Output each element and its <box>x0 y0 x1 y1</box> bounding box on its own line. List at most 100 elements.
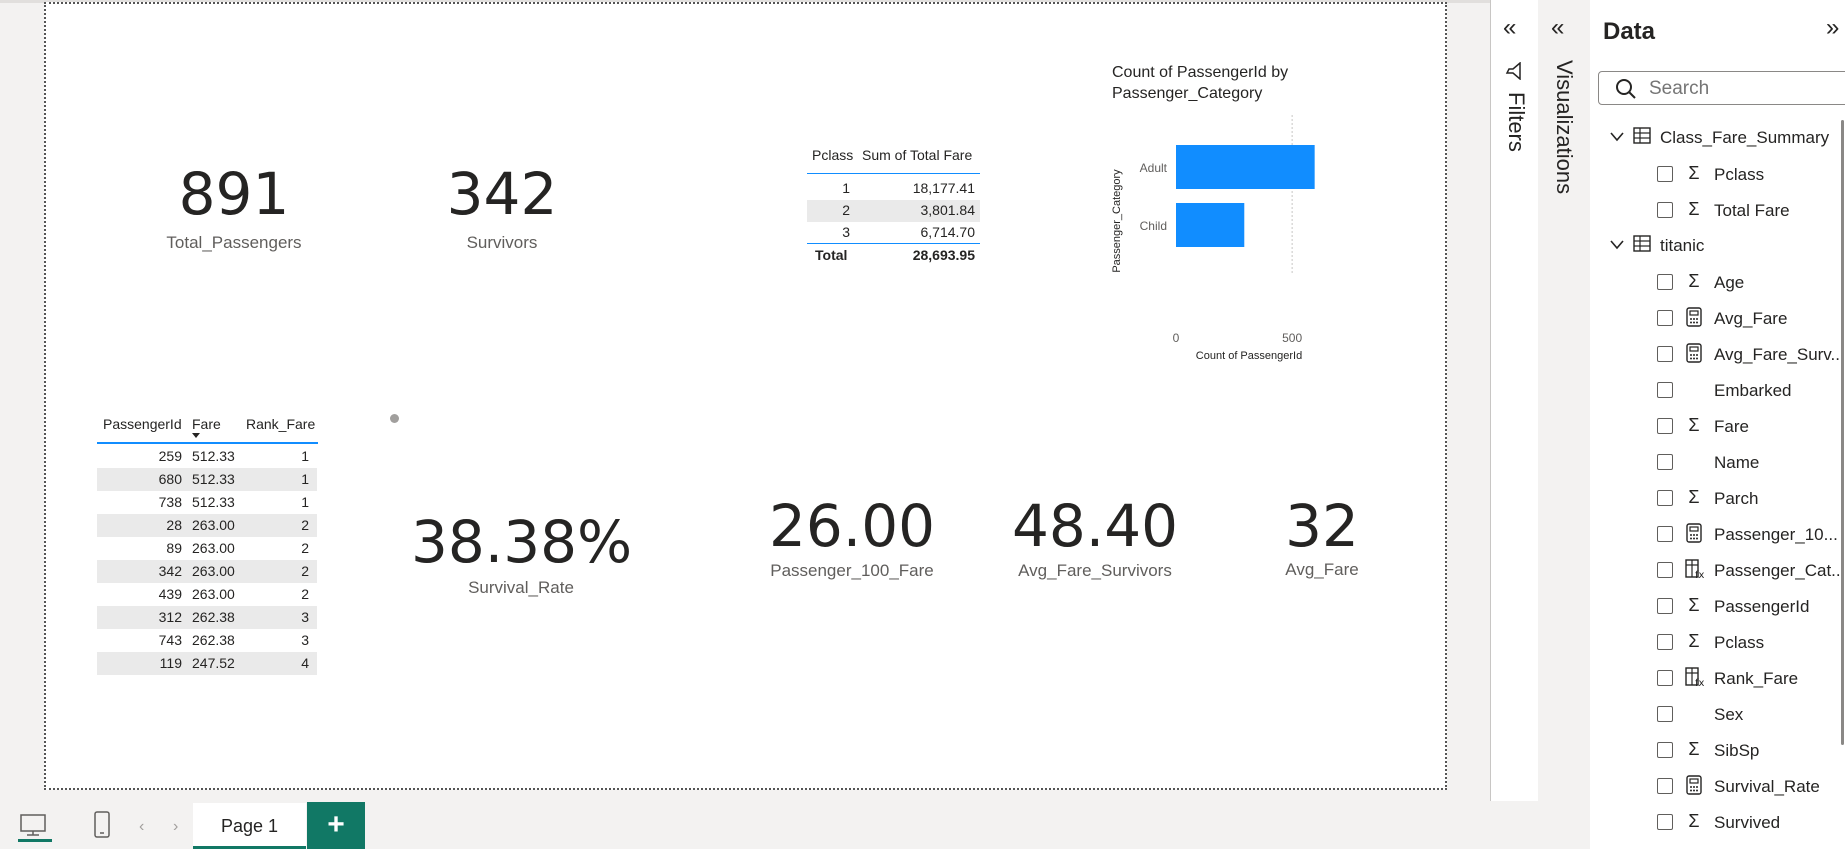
field-checkbox[interactable] <box>1657 418 1673 434</box>
cell-rank-fare: 1 <box>301 471 309 487</box>
field-checkbox[interactable] <box>1657 706 1673 722</box>
cell-rank-fare: 1 <box>301 494 309 510</box>
filter-funnel-icon <box>1504 61 1524 85</box>
sort-descending-icon[interactable] <box>192 433 200 438</box>
avg-fare-label: Avg_Fare <box>1285 560 1359 579</box>
field-checkbox[interactable] <box>1657 670 1673 686</box>
previous-page-icon[interactable]: ‹ <box>139 818 144 836</box>
field-item[interactable]: Embarked <box>1590 372 1845 408</box>
table-node-class_fare_summary[interactable]: Class_Fare_Summary <box>1590 120 1845 156</box>
table-header-sum-total-fare[interactable]: Sum of Total Fare <box>862 147 972 163</box>
field-checkbox[interactable] <box>1657 778 1673 794</box>
cell-fare: 512.33 <box>192 494 235 510</box>
field-item[interactable]: Σ Age <box>1590 264 1845 300</box>
table-node-titanic[interactable]: titanic <box>1590 228 1845 264</box>
field-item[interactable]: Avg_Fare_Surv... <box>1590 336 1845 372</box>
chart-bar-child[interactable] <box>1176 203 1245 247</box>
chart-x-tick: 500 <box>1282 331 1302 345</box>
field-label: PassengerId <box>1714 597 1810 616</box>
field-item[interactable]: Σ Parch <box>1590 480 1845 516</box>
field-item[interactable]: Σ Total Fare <box>1590 192 1845 228</box>
field-checkbox[interactable] <box>1657 202 1673 218</box>
table-header-rank-fare[interactable]: Rank_Fare <box>246 416 315 432</box>
mobile-layout-icon[interactable] <box>92 810 112 840</box>
field-item[interactable]: Σ Pclass <box>1590 156 1845 192</box>
cell-rank-fare: 3 <box>301 609 309 625</box>
field-item[interactable]: Σ SibSp <box>1590 732 1845 768</box>
field-checkbox[interactable] <box>1657 598 1673 614</box>
field-item[interactable]: Avg_Fare <box>1590 300 1845 336</box>
avg-fare-value[interactable]: 32 <box>1262 492 1382 560</box>
table-header-fare[interactable]: Fare <box>192 416 221 432</box>
field-checkbox[interactable] <box>1657 274 1673 290</box>
filters-pane: « Filters <box>1490 0 1539 801</box>
avg-fare-survivors-value[interactable]: 48.40 <box>1005 492 1185 560</box>
field-item[interactable]: Name <box>1590 444 1845 480</box>
field-label: Age <box>1714 273 1745 292</box>
chart-bar-adult[interactable] <box>1176 145 1315 189</box>
next-page-icon[interactable]: › <box>173 818 178 836</box>
data-pane-scrollbar[interactable] <box>1841 120 1844 745</box>
field-checkbox[interactable] <box>1657 814 1673 830</box>
field-checkbox[interactable] <box>1657 634 1673 650</box>
field-label: Avg_Fare <box>1714 309 1788 328</box>
field-label: Survival_Rate <box>1714 777 1820 796</box>
cell-rank-fare: 1 <box>301 448 309 464</box>
cell-fare: 512.33 <box>192 471 235 487</box>
table-header-passengerid[interactable]: PassengerId <box>103 416 182 432</box>
filters-label[interactable]: Filters <box>1503 92 1529 152</box>
field-checkbox[interactable] <box>1657 562 1673 578</box>
table-row: 439 263.00 2 <box>97 583 317 606</box>
cell-passengerid: 342 <box>158 563 182 579</box>
field-checkbox[interactable] <box>1657 490 1673 506</box>
cell-passengerid: 312 <box>158 609 182 625</box>
search-input[interactable] <box>1647 76 1841 102</box>
field-checkbox[interactable] <box>1657 346 1673 362</box>
sigma-icon: Σ <box>1688 415 1700 435</box>
desktop-layout-icon[interactable] <box>18 813 52 842</box>
add-page-button[interactable]: + <box>307 802 365 849</box>
chevron-down-icon[interactable] <box>1610 128 1624 148</box>
field-item[interactable]: Σ Fare <box>1590 408 1845 444</box>
chevron-down-icon[interactable] <box>1610 236 1624 256</box>
passenger-category-chart[interactable]: Count of PassengerId by Passenger_Catego… <box>1105 60 1365 370</box>
cell-total-value: 28,693.95 <box>912 247 975 263</box>
field-checkbox[interactable] <box>1657 742 1673 758</box>
field-item[interactable]: Sex <box>1590 696 1845 732</box>
search-box[interactable] <box>1598 71 1845 105</box>
field-item[interactable]: Σ PassengerId <box>1590 588 1845 624</box>
field-item[interactable]: Passenger_10... <box>1590 516 1845 552</box>
collapse-data-icon[interactable]: » <box>1826 16 1839 40</box>
survivors-value[interactable]: 342 <box>432 160 572 228</box>
total-passengers-value[interactable]: 891 <box>164 160 304 228</box>
collapse-visualizations-icon[interactable]: « <box>1551 16 1564 40</box>
table-total-row: Total 28,693.95 <box>807 244 980 266</box>
sigma-icon: Σ <box>1688 739 1700 759</box>
field-item[interactable]: fx Passenger_Cat... <box>1590 552 1845 588</box>
visual-resize-handle[interactable] <box>390 414 399 423</box>
field-item[interactable]: Σ Pclass <box>1590 624 1845 660</box>
passenger-100-fare-value[interactable]: 26.00 <box>762 492 942 560</box>
field-item[interactable]: Survival_Rate <box>1590 768 1845 804</box>
field-checkbox[interactable] <box>1657 526 1673 542</box>
cell-passengerid: 439 <box>158 586 182 602</box>
table-row: 342 263.00 2 <box>97 560 317 583</box>
field-checkbox[interactable] <box>1657 382 1673 398</box>
calculator-icon <box>1684 775 1704 800</box>
cell-pclass: 2 <box>842 202 850 218</box>
field-item[interactable]: Σ Survived <box>1590 804 1845 840</box>
sigma-icon: Σ <box>1688 199 1700 219</box>
visualizations-label[interactable]: Visualizations <box>1551 60 1577 194</box>
field-item[interactable]: fx Rank_Fare <box>1590 660 1845 696</box>
class-fare-table[interactable]: Pclass Sum of Total Fare 1 18,177.41 2 3… <box>807 140 980 270</box>
table-header-pclass[interactable]: Pclass <box>812 147 853 163</box>
cell-passengerid: 743 <box>158 632 182 648</box>
field-checkbox[interactable] <box>1657 310 1673 326</box>
sigma-icon: Σ <box>1688 811 1700 831</box>
collapse-filters-icon[interactable]: « <box>1503 16 1516 40</box>
field-checkbox[interactable] <box>1657 166 1673 182</box>
field-checkbox[interactable] <box>1657 454 1673 470</box>
data-pane-title: Data <box>1603 18 1656 45</box>
tab-page-1[interactable]: Page 1 <box>193 803 306 849</box>
survival-rate-value[interactable]: 38.38% <box>411 508 632 576</box>
